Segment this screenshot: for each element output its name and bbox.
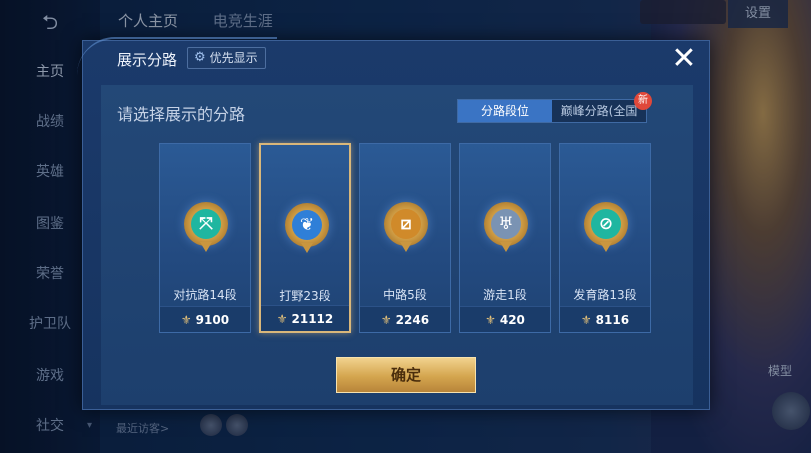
badge-tail <box>400 242 412 252</box>
close-icon: ✕ <box>671 41 697 76</box>
gear-icon: ⚙ <box>194 50 206 65</box>
lane-mode-switch: 分路段位 巅峰分路(全国 新 <box>457 92 652 123</box>
lane-score: ⚜ 9100 <box>160 306 250 332</box>
rank-badge: ❦ <box>285 203 329 253</box>
new-badge: 新 <box>634 92 652 110</box>
score-icon: ⚜ <box>180 312 192 327</box>
score-icon: ⚜ <box>276 311 288 326</box>
score-value: 2246 <box>395 312 430 327</box>
prompt-text: 请选择展示的分路 <box>117 105 246 124</box>
tab-lane-rank[interactable]: 分路段位 <box>458 100 552 122</box>
badge-tail <box>301 243 313 253</box>
lane-card[interactable]: ⧄ 中路5段 ⚜ 2246 <box>359 143 451 333</box>
rank-badge: ♅ <box>484 202 528 252</box>
confirm-button[interactable]: 确定 <box>336 357 476 393</box>
slash-icon: ⧄ <box>391 209 421 239</box>
badge-tail <box>600 242 612 252</box>
lane-display-dialog: 展示分路 ⚙ 优先显示 ✕ 请选择展示的分路 分路段位 巅峰分路(全国 新 ⤧ 对… <box>77 37 710 410</box>
score-value: 9100 <box>195 312 230 327</box>
tab-peak-lane-label: 巅峰分路(全国 <box>560 104 638 118</box>
score-icon: ⚜ <box>380 312 392 327</box>
sword-cross-icon: ⤧ <box>191 209 221 239</box>
lane-cards: ⤧ 对抗路14段 ⚜ 9100 ❦ 打野23段 ⚜ 21112 ⧄ 中路5段 ⚜ 2246 ♅ 游走1段 ⚜… <box>159 143 655 333</box>
lane-rank-label: 发育路13段 <box>573 288 637 302</box>
lane-panel: 请选择展示的分路 分路段位 巅峰分路(全国 新 ⤧ 对抗路14段 ⚜ 9100 ❦ 打野2… <box>101 85 693 405</box>
badge-tail <box>200 242 212 252</box>
dialog-title: 展示分路 <box>117 51 178 69</box>
lane-card[interactable]: ♅ 游走1段 ⚜ 420 <box>459 143 551 333</box>
priority-display-button[interactable]: ⚙ 优先显示 <box>187 47 266 69</box>
score-value: 21112 <box>291 311 334 326</box>
rank-badge: ⧄ <box>384 202 428 252</box>
lane-card[interactable]: ⊘ 发育路13段 ⚜ 8116 <box>559 143 651 333</box>
lane-score: ⚜ 21112 <box>261 305 349 331</box>
dragon-icon: ❦ <box>292 210 322 240</box>
tab-peak-lane[interactable]: 巅峰分路(全国 新 <box>552 92 652 122</box>
lane-score: ⚜ 2246 <box>360 306 450 332</box>
priority-display-label: 优先显示 <box>209 51 258 65</box>
rank-badge: ⤧ <box>184 202 228 252</box>
circle-arrow-icon: ⊘ <box>591 209 621 239</box>
lane-card[interactable]: ⤧ 对抗路14段 ⚜ 9100 <box>159 143 251 333</box>
rank-badge: ⊘ <box>584 202 628 252</box>
lane-rank-label: 打野23段 <box>279 289 331 303</box>
badge-tail <box>500 242 512 252</box>
lane-score: ⚜ 420 <box>460 306 550 332</box>
score-icon: ⚜ <box>580 312 592 327</box>
score-icon: ⚜ <box>485 312 496 327</box>
score-value: 8116 <box>595 312 630 327</box>
wings-icon: ♅ <box>491 209 521 239</box>
lane-card[interactable]: ❦ 打野23段 ⚜ 21112 <box>259 143 351 333</box>
lane-rank-label: 对抗路14段 <box>173 288 237 302</box>
score-value: 420 <box>499 312 525 327</box>
lane-rank-label: 游走1段 <box>483 288 527 302</box>
close-button[interactable]: ✕ <box>669 44 699 75</box>
lane-rank-label: 中路5段 <box>383 288 427 302</box>
lane-score: ⚜ 8116 <box>560 306 650 332</box>
